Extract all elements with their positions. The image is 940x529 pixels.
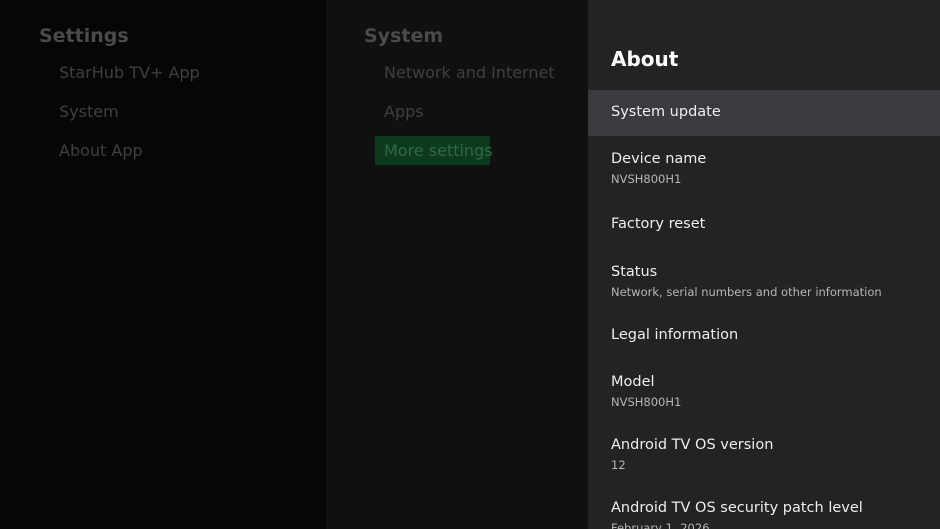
about-title: About (611, 47, 679, 71)
settings-item-system[interactable]: System (59, 102, 119, 121)
security-patch-row[interactable]: Android TV OS security patch level Febru… (588, 492, 940, 529)
device-name-label: Device name (611, 151, 707, 167)
os-version-label: Android TV OS version (611, 437, 774, 453)
system-update-row[interactable]: System update (588, 90, 940, 136)
status-label: Status (611, 264, 658, 280)
status-row[interactable]: Status Network, serial numbers and other… (588, 256, 940, 308)
system-column: System Network and Internet Apps (326, 0, 588, 529)
system-update-label: System update (611, 104, 721, 120)
settings-item-starhub-app[interactable]: StarHub TV+ App (59, 63, 200, 82)
legal-information-row[interactable]: Legal information (588, 319, 940, 355)
security-patch-value: February 1, 2026 (611, 521, 710, 529)
model-label: Model (611, 374, 655, 390)
about-panel: About System update Device name NVSH800H… (588, 0, 940, 529)
settings-column: Settings StarHub TV+ App System About Ap… (0, 0, 326, 529)
settings-title: Settings (39, 25, 129, 47)
model-value: NVSH800H1 (611, 395, 682, 409)
factory-reset-row[interactable]: Factory reset (588, 208, 940, 244)
more-settings-label: More settings (384, 141, 493, 160)
system-title: System (364, 25, 444, 47)
legal-information-label: Legal information (611, 327, 739, 343)
device-name-value: NVSH800H1 (611, 172, 682, 186)
device-name-row[interactable]: Device name NVSH800H1 (588, 143, 940, 195)
status-description: Network, serial numbers and other inform… (611, 285, 882, 299)
os-version-value: 12 (611, 458, 626, 472)
security-patch-label: Android TV OS security patch level (611, 500, 863, 516)
model-row[interactable]: Model NVSH800H1 (588, 366, 940, 418)
factory-reset-label: Factory reset (611, 216, 706, 232)
system-item-apps[interactable]: Apps (384, 102, 424, 121)
os-version-row[interactable]: Android TV OS version 12 (588, 429, 940, 481)
system-item-more-settings[interactable]: More settings (375, 136, 493, 165)
settings-item-about-app[interactable]: About App (59, 141, 143, 160)
system-item-network[interactable]: Network and Internet (384, 63, 555, 82)
